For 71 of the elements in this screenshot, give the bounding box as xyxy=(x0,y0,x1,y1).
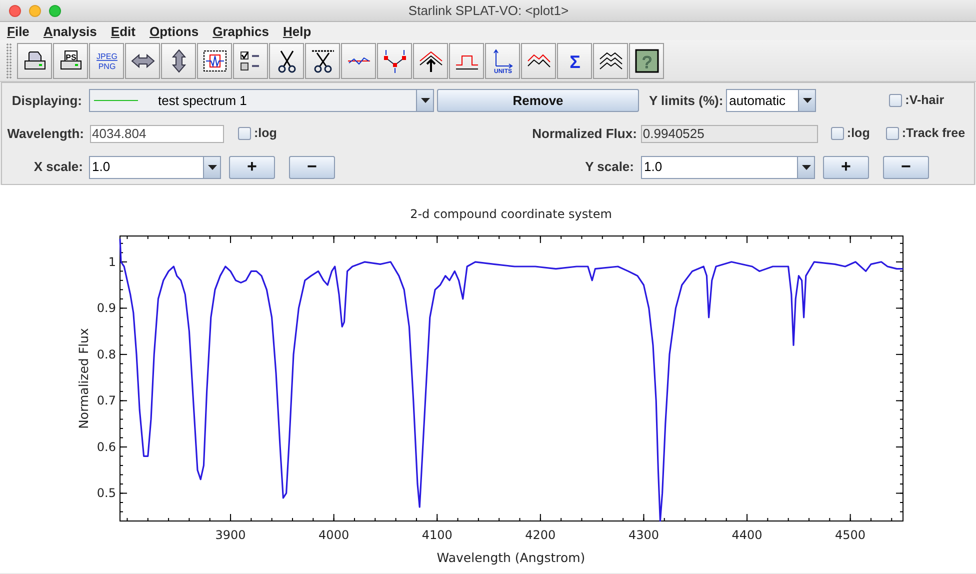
toolbar-button[interactable] xyxy=(305,42,340,78)
menu-item[interactable]: Graphics xyxy=(212,24,269,38)
menu-item[interactable]: Analysis xyxy=(43,24,97,38)
toolbar-button[interactable] xyxy=(197,42,232,78)
toolbar-button[interactable]: PS xyxy=(53,42,88,78)
y-tick-label: 1 xyxy=(108,254,116,269)
toolbar-button[interactable] xyxy=(521,42,556,78)
checkbox-label: :Track free xyxy=(902,125,966,142)
field-label: Wavelength: xyxy=(6,125,84,143)
chart-title: 2-d compound coordinate system xyxy=(410,207,612,221)
x-tick-label: 4400 xyxy=(732,528,762,542)
scissors-icon xyxy=(310,48,336,74)
x-zoom-out-button[interactable]: − xyxy=(289,156,335,178)
points-line-icon xyxy=(382,48,408,74)
combo-value: 1.0 xyxy=(92,158,110,176)
x-zoom-in-button[interactable]: + xyxy=(229,156,275,178)
toolbar-button[interactable]: Σ xyxy=(557,42,592,78)
x-scale-dropdown[interactable]: 1.0 xyxy=(89,156,221,178)
combo-value: test spectrum 1 xyxy=(158,92,247,110)
toolbar-grip-icon xyxy=(6,42,12,78)
field-label: Displaying: xyxy=(10,92,82,110)
menu-item[interactable]: Options xyxy=(149,24,199,38)
spectrum-dropdown[interactable]: test spectrum 1 xyxy=(89,89,434,112)
checkbox-label: :V-hair xyxy=(905,92,944,110)
toolbar-button[interactable] xyxy=(269,42,304,78)
y-axis-label: Normalized Flux xyxy=(76,328,91,429)
toolbar-button[interactable] xyxy=(233,42,268,78)
x-tick-label: 3900 xyxy=(215,528,246,542)
field-label: Y scale: xyxy=(584,158,634,176)
y-tick-label: 0.7 xyxy=(96,394,116,408)
y-tick-label: 0.8 xyxy=(96,347,116,362)
toolbar-button[interactable] xyxy=(161,42,196,78)
toolbar-button[interactable] xyxy=(413,42,448,78)
remove-button[interactable]: Remove xyxy=(437,89,639,112)
toolbar-button[interactable] xyxy=(593,42,628,78)
combo-value: automatic xyxy=(729,92,786,110)
image-export-icon: JPEG PNG xyxy=(94,48,120,74)
x-tick-label: 4100 xyxy=(422,528,452,542)
y-tick-label: 0.9 xyxy=(96,301,116,316)
wave-line-icon xyxy=(346,56,370,64)
menu-item[interactable]: Edit xyxy=(110,24,136,38)
checkbox-label: :log xyxy=(846,125,870,142)
x-tick-label: 4200 xyxy=(525,528,556,542)
y-tick-label: 0.5 xyxy=(96,486,116,500)
y-tick-label: 0.6 xyxy=(96,440,116,454)
wavelength-field[interactable]: 4034.804 xyxy=(90,124,224,143)
toolbar-button[interactable] xyxy=(377,42,412,78)
y-zoom-in-button[interactable]: + xyxy=(823,156,869,178)
window-title: Starlink SPLAT-VO: <plot1> xyxy=(407,2,570,20)
checkbox-label: :log xyxy=(254,125,277,142)
menu-item[interactable]: File xyxy=(7,24,30,38)
x-tick-label: 4000 xyxy=(318,528,350,542)
toolbar-button[interactable] xyxy=(17,42,52,78)
plot-region-icon xyxy=(202,48,228,74)
menu-item[interactable]: Help xyxy=(282,24,312,38)
x-axis-label: Wavelength (Angstrom) xyxy=(436,550,586,565)
field-label: Y limits (%): xyxy=(649,92,724,110)
combo-value: 1.0 xyxy=(644,158,662,176)
y-limits-dropdown[interactable]: automatic xyxy=(726,89,816,112)
field-label: Normalized Flux: xyxy=(531,125,637,143)
x-tick-label: 4300 xyxy=(628,528,659,542)
field-label: X scale: xyxy=(32,158,83,176)
x-tick-label: 4500 xyxy=(835,528,866,542)
help-icon: ? xyxy=(634,48,660,74)
toolbar-button[interactable]: JPEG PNG xyxy=(89,42,124,78)
y-scale-dropdown[interactable]: 1.0 xyxy=(641,156,815,178)
toolbar-button[interactable] xyxy=(125,42,160,78)
sigma-icon: Σ xyxy=(562,48,588,74)
close-icon[interactable] xyxy=(9,4,21,16)
line-swatch-icon xyxy=(94,100,138,101)
y-zoom-out-button[interactable]: − xyxy=(883,156,929,178)
